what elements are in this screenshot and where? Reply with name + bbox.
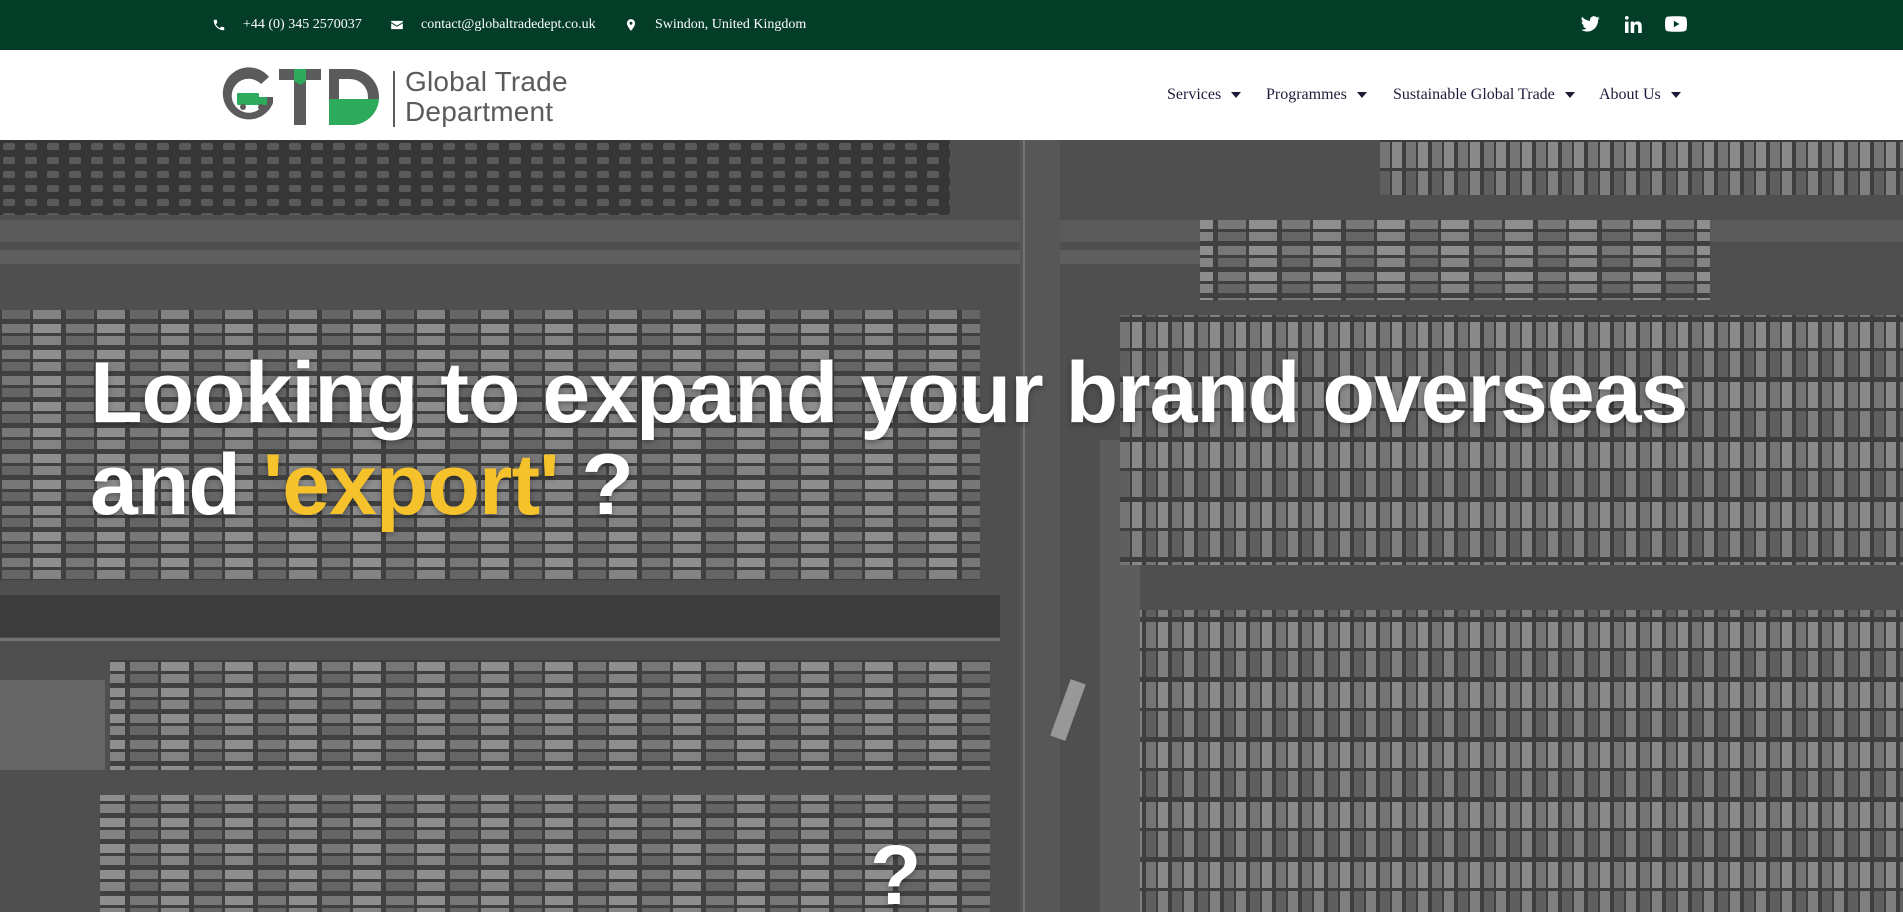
envelope-icon bbox=[391, 20, 403, 30]
nav-label-sustainable-global-trade: Sustainable Global Trade bbox=[1393, 86, 1555, 103]
twitter-link[interactable] bbox=[1578, 12, 1602, 36]
hero-headline-highlight: 'export' bbox=[262, 437, 560, 533]
hero-section: Looking to expand your brand overseas an… bbox=[0, 140, 1903, 912]
logo-text-line2: Department bbox=[405, 96, 554, 127]
phone-link[interactable]: +44 (0) 345 2570037 bbox=[212, 0, 362, 50]
email-link[interactable]: contact@globaltradedept.co.uk bbox=[390, 0, 596, 50]
nav-item-services[interactable]: Services bbox=[1167, 50, 1242, 140]
site-logo[interactable]: Global Trade Department bbox=[217, 63, 587, 129]
location-text: Swindon, United Kingdom bbox=[655, 17, 807, 32]
hero-headline-line2-suffix: ? bbox=[558, 437, 634, 533]
top-contact-bar: +44 (0) 345 2570037 contact@globaltraded… bbox=[0, 0, 1903, 50]
twitter-icon bbox=[1580, 16, 1600, 32]
caret-down-icon bbox=[1231, 92, 1242, 98]
logo-divider bbox=[393, 71, 395, 127]
hero-headline-line1: Looking to expand your brand overseas bbox=[90, 345, 1688, 441]
hero-headline: Looking to expand your brand overseas an… bbox=[90, 345, 1688, 533]
caret-down-icon bbox=[1670, 92, 1681, 98]
nav-item-about-us[interactable]: About Us bbox=[1599, 50, 1681, 140]
nav-label-programmes: Programmes bbox=[1266, 86, 1347, 103]
youtube-icon bbox=[1665, 16, 1687, 32]
gtd-logo-mark bbox=[222, 67, 379, 126]
nav-label-services: Services bbox=[1167, 86, 1222, 103]
nav-label-about-us: About Us bbox=[1599, 86, 1661, 103]
phone-text: +44 (0) 345 2570037 bbox=[243, 17, 362, 32]
youtube-link[interactable] bbox=[1664, 12, 1688, 36]
hero-bottom-question-mark: ? bbox=[870, 828, 922, 912]
email-text: contact@globaltradedept.co.uk bbox=[421, 17, 596, 32]
linkedin-icon bbox=[1624, 15, 1642, 33]
site-header: Global Trade Department Services Program… bbox=[0, 50, 1903, 140]
nav-item-sustainable-global-trade[interactable]: Sustainable Global Trade bbox=[1393, 50, 1575, 140]
linkedin-link[interactable] bbox=[1621, 12, 1645, 36]
location-link[interactable]: Swindon, United Kingdom bbox=[624, 0, 806, 50]
caret-down-icon bbox=[1356, 92, 1367, 98]
caret-down-icon bbox=[1564, 92, 1575, 98]
nav-item-programmes[interactable]: Programmes bbox=[1266, 50, 1367, 140]
map-pin-icon bbox=[626, 19, 636, 31]
phone-icon bbox=[213, 19, 225, 31]
logo-text-line1: Global Trade bbox=[405, 66, 568, 97]
hero-headline-line2-prefix: and bbox=[90, 437, 263, 533]
